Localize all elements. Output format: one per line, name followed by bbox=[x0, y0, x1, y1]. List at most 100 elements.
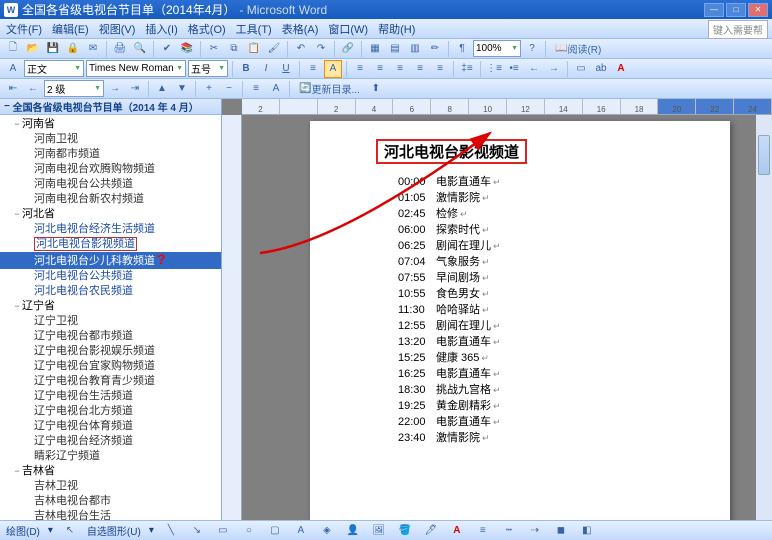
excel-icon[interactable]: ▤ bbox=[386, 40, 404, 58]
fmtpainter-icon[interactable]: 🖌 bbox=[265, 40, 283, 58]
outline-node[interactable]: 河南电视台欢腾购物频道 bbox=[0, 162, 221, 177]
textbox-icon[interactable]: ▢ bbox=[266, 522, 284, 540]
copy-icon[interactable]: ⧉ bbox=[225, 40, 243, 58]
outline-node[interactable]: 吉林卫视 bbox=[0, 479, 221, 494]
arrow-icon[interactable]: ↘ bbox=[188, 522, 206, 540]
promote-top-icon[interactable]: ⇤ bbox=[4, 80, 22, 98]
promote-icon[interactable]: ← bbox=[24, 80, 42, 98]
undo-icon[interactable]: ↶ bbox=[292, 40, 310, 58]
outline-node[interactable]: 辽宁电视台都市频道 bbox=[0, 329, 221, 344]
highlight-icon[interactable]: ab bbox=[592, 60, 610, 78]
underline-icon[interactable]: U bbox=[277, 60, 295, 78]
menu-window[interactable]: 窗口(W) bbox=[328, 21, 368, 37]
fillcolor-icon[interactable]: 🪣 bbox=[396, 522, 414, 540]
preview-icon[interactable]: 🔍 bbox=[131, 40, 149, 58]
indent-icon[interactable]: → bbox=[545, 60, 563, 78]
zoom-combo[interactable]: 100%▼ bbox=[473, 40, 521, 57]
mail-icon[interactable]: ✉ bbox=[84, 40, 102, 58]
document-page[interactable]: 河北电视台影视频道 00:00电影直通车↵01:05激情影院↵02:45检修↵0… bbox=[310, 121, 730, 520]
size-combo[interactable]: 五号▼ bbox=[188, 60, 228, 77]
diagram-icon[interactable]: ◈ bbox=[318, 522, 336, 540]
help-icon[interactable]: ? bbox=[523, 40, 541, 58]
align-justify-icon[interactable]: ≡ bbox=[411, 60, 429, 78]
oval-icon[interactable]: ○ bbox=[240, 522, 258, 540]
outline-node[interactable]: 河南电视台公共频道 bbox=[0, 177, 221, 192]
outline-node[interactable]: −河北省 bbox=[0, 207, 221, 222]
showfirst-icon[interactable]: ≡ bbox=[247, 80, 265, 98]
outline-node[interactable]: 辽宁卫视 bbox=[0, 314, 221, 329]
select-icon[interactable]: ↖ bbox=[61, 522, 79, 540]
outline-node[interactable]: −吉林省 bbox=[0, 464, 221, 479]
menu-insert[interactable]: 插入(I) bbox=[145, 21, 177, 37]
menu-view[interactable]: 视图(V) bbox=[99, 21, 136, 37]
draw-menu[interactable]: 绘图(D) bbox=[6, 523, 40, 538]
columns-icon[interactable]: ▥ bbox=[406, 40, 424, 58]
horizontal-ruler[interactable]: 224681012141618202224 bbox=[242, 99, 772, 115]
docmap-icon[interactable]: ¶ bbox=[453, 40, 471, 58]
outline-node[interactable]: −辽宁省 bbox=[0, 299, 221, 314]
redo-icon[interactable]: ↷ bbox=[312, 40, 330, 58]
vertical-scrollbar[interactable] bbox=[756, 115, 772, 520]
research-icon[interactable]: 📚 bbox=[178, 40, 196, 58]
save-icon[interactable]: 💾 bbox=[44, 40, 62, 58]
outline-node[interactable]: 辽宁电视台宜家购物频道 bbox=[0, 359, 221, 374]
outline-tree[interactable]: −河南省河南卫视河南都市频道河南电视台欢腾购物频道河南电视台公共频道河南电视台新… bbox=[0, 115, 221, 520]
outline-node[interactable]: 河北电视台少儿科教频道? bbox=[0, 252, 221, 269]
scroll-thumb[interactable] bbox=[758, 135, 770, 175]
drawing-icon[interactable]: ✏ bbox=[426, 40, 444, 58]
paste-icon[interactable]: 📋 bbox=[245, 40, 263, 58]
style-combo[interactable]: 正文▼ bbox=[24, 60, 84, 77]
tablegrid-icon[interactable]: ▦ bbox=[366, 40, 384, 58]
outline-node[interactable]: 河北电视台影视频道 bbox=[0, 237, 221, 252]
outline-node[interactable]: 吉林电视台都市 bbox=[0, 494, 221, 509]
demote-icon[interactable]: → bbox=[106, 80, 124, 98]
align-left-icon[interactable]: ≡ bbox=[351, 60, 369, 78]
minimize-button[interactable]: — bbox=[704, 3, 724, 17]
shadow-icon[interactable]: ◼ bbox=[552, 522, 570, 540]
align-group[interactable]: ≡ bbox=[304, 60, 322, 78]
collapse-icon[interactable]: − bbox=[220, 80, 238, 98]
fontcolor-icon[interactable]: A bbox=[612, 60, 630, 78]
read-button[interactable]: 📖 阅读(R) bbox=[550, 40, 606, 58]
outline-node[interactable]: 河北电视台公共频道 bbox=[0, 269, 221, 284]
vertical-ruler[interactable] bbox=[222, 115, 242, 520]
outline-node[interactable]: 辽宁电视台教育青少频道 bbox=[0, 374, 221, 389]
outline-node[interactable]: 辽宁电视台生活频道 bbox=[0, 389, 221, 404]
threed-icon[interactable]: ◧ bbox=[578, 522, 596, 540]
bold-icon[interactable]: B bbox=[237, 60, 255, 78]
spell-icon[interactable]: ✔ bbox=[158, 40, 176, 58]
linecolor-icon[interactable]: 🖊 bbox=[422, 522, 440, 540]
demote-body-icon[interactable]: ⇥ bbox=[126, 80, 144, 98]
lineweight-icon[interactable]: ≡ bbox=[474, 522, 492, 540]
outline-node[interactable]: 辽宁电视台体育频道 bbox=[0, 419, 221, 434]
expand-icon[interactable]: + bbox=[200, 80, 218, 98]
outdent-icon[interactable]: ← bbox=[525, 60, 543, 78]
line-icon[interactable]: ╲ bbox=[162, 522, 180, 540]
picture-icon[interactable]: 🖼 bbox=[370, 522, 388, 540]
outline-node[interactable]: 河北电视台农民频道 bbox=[0, 284, 221, 299]
open-icon[interactable]: 📂 bbox=[24, 40, 42, 58]
showfmt-icon[interactable]: A bbox=[267, 80, 285, 98]
clipart-icon[interactable]: 👤 bbox=[344, 522, 362, 540]
movedown-icon[interactable]: ▼ bbox=[173, 80, 191, 98]
arrowstyle-icon[interactable]: ⇢ bbox=[526, 522, 544, 540]
align-dist-icon[interactable]: ≡ bbox=[431, 60, 449, 78]
autoshape-menu[interactable]: 自选图形(U) bbox=[87, 523, 141, 538]
styles-icon[interactable]: A bbox=[4, 60, 22, 78]
menu-table[interactable]: 表格(A) bbox=[282, 21, 319, 37]
char-border-icon[interactable]: A bbox=[324, 60, 342, 78]
menu-file[interactable]: 文件(F) bbox=[6, 21, 42, 37]
outline-node[interactable]: 河南都市频道 bbox=[0, 147, 221, 162]
close-button[interactable]: ✕ bbox=[748, 3, 768, 17]
menu-format[interactable]: 格式(O) bbox=[188, 21, 226, 37]
align-right-icon[interactable]: ≡ bbox=[391, 60, 409, 78]
goto-toc-icon[interactable]: ⬆ bbox=[367, 80, 385, 98]
outline-node[interactable]: 辽宁电视台影视娱乐频道 bbox=[0, 344, 221, 359]
menu-help[interactable]: 帮助(H) bbox=[378, 21, 415, 37]
linespacing-icon[interactable]: ‡≡ bbox=[458, 60, 476, 78]
wordart-icon[interactable]: A bbox=[292, 522, 310, 540]
outline-node[interactable]: 河南电视台新农村频道 bbox=[0, 192, 221, 207]
permission-icon[interactable]: 🔒 bbox=[64, 40, 82, 58]
outline-node[interactable]: 睛彩辽宁频道 bbox=[0, 449, 221, 464]
align-center-icon[interactable]: ≡ bbox=[371, 60, 389, 78]
